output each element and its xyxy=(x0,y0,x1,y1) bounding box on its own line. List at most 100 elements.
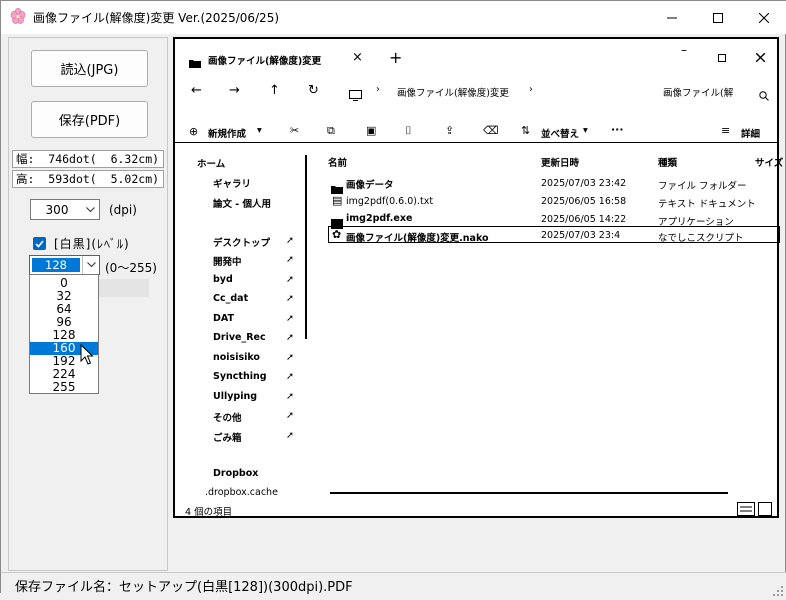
chevron-right-icon: › xyxy=(376,84,380,95)
level-option[interactable]: 255 xyxy=(30,381,98,394)
main-window: 画像ファイル(解像度)変更 Ver.(2025/06/25) 読込(JPG) 保… xyxy=(0,0,786,596)
pin-icon: ➚ xyxy=(286,254,294,265)
more-icon: ··· xyxy=(611,123,624,136)
chevron-down-icon: ▾ xyxy=(257,125,262,136)
new-icon: ⊕ xyxy=(189,125,199,138)
file-name: 画像データ xyxy=(346,180,394,191)
pin-icon: ➚ xyxy=(286,430,294,441)
status-bar: 保存ファイル名：セットアップ(白黒[128])(300dpi).PDF xyxy=(1,572,786,596)
file-type: ファイル フォルダー xyxy=(658,181,747,192)
file-date: 2025/07/03 23:4 xyxy=(541,230,621,241)
level-dropdown-list[interactable]: 0 32 64 96 128 160 192 224 255 xyxy=(29,274,99,394)
nav-item: その他 xyxy=(213,413,242,424)
flower-app-icon xyxy=(10,8,26,24)
pin-icon: ➚ xyxy=(286,410,294,421)
divider xyxy=(175,142,777,143)
delete-icon: ⌫ xyxy=(483,124,499,137)
share-icon: ⇪ xyxy=(445,124,455,137)
preview-tab-title: 画像ファイル(解像度)変更 xyxy=(208,56,322,67)
nav-item: 開発中 xyxy=(213,257,242,268)
nav-item: Cc_dat xyxy=(213,293,249,304)
sort-icon: ⇅ xyxy=(521,124,531,137)
bw-checkbox[interactable] xyxy=(33,237,46,250)
nav-item: noisisiko xyxy=(213,352,260,363)
preview-new-button: 新規作成 xyxy=(208,129,247,140)
view-icon: ≡ xyxy=(721,124,731,137)
mouse-cursor-icon xyxy=(80,343,94,370)
nav-item: デスクトップ xyxy=(213,238,271,249)
maximize-button[interactable] xyxy=(695,1,741,34)
bw-label: [白黒](ﾚﾍﾞﾙ) xyxy=(54,237,130,251)
minimize-icon: – xyxy=(681,43,687,57)
dpi-select[interactable]: 300 xyxy=(30,199,100,220)
maximize-icon xyxy=(713,12,723,23)
width-readout: 幅: 746dot( 6.32cm) xyxy=(12,150,164,168)
pin-icon: ➚ xyxy=(286,274,294,285)
file-type: なでしこスクリプト xyxy=(658,233,744,244)
dpi-unit-label: (dpi) xyxy=(109,203,137,217)
preview-search-text: 画像ファイル(解 xyxy=(663,88,734,99)
save-filename-status: 保存ファイル名：セットアップ(白黒[128])(300dpi).PDF xyxy=(15,580,353,595)
nav-item: Syncthing xyxy=(213,371,267,382)
pin-icon: ➚ xyxy=(286,371,294,382)
pin-icon: ➚ xyxy=(286,293,294,304)
tiles-view-icon xyxy=(758,501,772,520)
file-date: 2025/07/03 23:42 xyxy=(541,178,627,189)
folder-icon xyxy=(189,53,201,72)
chevron-down-icon: ▾ xyxy=(583,125,588,136)
pin-icon: ➚ xyxy=(286,332,294,343)
column-header: サイズ xyxy=(755,158,784,169)
script-file-icon: ✿ xyxy=(332,228,342,241)
close-button[interactable] xyxy=(741,1,786,34)
nav-item: ごみ箱 xyxy=(213,433,242,444)
save-pdf-button[interactable]: 保存(PDF) xyxy=(31,101,148,138)
pin-icon: ➚ xyxy=(286,391,294,402)
minimize-icon xyxy=(667,17,677,18)
monitor-icon xyxy=(349,86,362,105)
tab-close-icon: × xyxy=(352,50,363,65)
resize-grip-icon[interactable] xyxy=(773,581,783,600)
nav-item: Dropbox xyxy=(213,468,259,479)
checkmark-icon xyxy=(35,239,44,248)
window-title: 画像ファイル(解像度)変更 Ver.(2025/06/25) xyxy=(33,11,280,25)
refresh-icon: ↻ xyxy=(308,83,319,98)
preview-status: 4 個の項目 xyxy=(185,507,233,518)
file-name: img2pdf.exe xyxy=(346,213,413,224)
column-header: 名前 xyxy=(328,158,348,169)
pin-icon: ➚ xyxy=(286,313,294,324)
chevron-down-icon xyxy=(82,200,99,219)
nav-item: ホーム xyxy=(197,159,226,170)
file-date: 2025/06/05 14:22 xyxy=(541,214,627,225)
preview-view-button: 詳細 xyxy=(741,129,761,140)
forward-arrow-icon: → xyxy=(229,83,240,98)
hscrollbar xyxy=(330,492,728,494)
load-jpg-button[interactable]: 読込(JPG) xyxy=(31,50,148,87)
rename-icon: ⌷ xyxy=(405,124,412,137)
minimize-button[interactable] xyxy=(649,1,695,34)
height-readout: 高: 593dot( 5.02cm) xyxy=(12,170,164,188)
column-header: 更新日時 xyxy=(541,158,580,169)
title-bar: 画像ファイル(解像度)変更 Ver.(2025/06/25) xyxy=(1,1,786,34)
file-name: img2pdf(0.6.0).txt xyxy=(346,196,434,207)
cut-icon: ✂ xyxy=(290,124,300,137)
pin-icon: ➚ xyxy=(286,235,294,246)
dpi-value: 300 xyxy=(45,202,69,217)
column-header: 種類 xyxy=(658,158,678,169)
file-name: 画像ファイル(解像度)変更.nako xyxy=(346,233,489,244)
nav-item: Ullyping xyxy=(213,391,258,402)
nav-item: .dropbox.cache xyxy=(205,487,278,498)
level-range-label: (0～255) xyxy=(105,261,157,275)
level-select[interactable]: 128 xyxy=(29,255,100,275)
nav-item: DAT xyxy=(213,313,234,324)
chevron-down-icon xyxy=(82,256,99,274)
nav-item: byd xyxy=(213,274,233,285)
close-icon xyxy=(759,12,769,23)
chevron-right-icon: › xyxy=(529,84,533,95)
preview-breadcrumb: 画像ファイル(解像度)変更 xyxy=(397,88,509,99)
back-arrow-icon: ← xyxy=(191,83,202,98)
pin-icon: ➚ xyxy=(286,352,294,363)
file-date: 2025/06/05 16:58 xyxy=(541,196,627,207)
new-tab-icon: + xyxy=(389,48,403,67)
search-icon xyxy=(759,86,769,105)
nav-item: ギャラリ xyxy=(213,179,252,190)
